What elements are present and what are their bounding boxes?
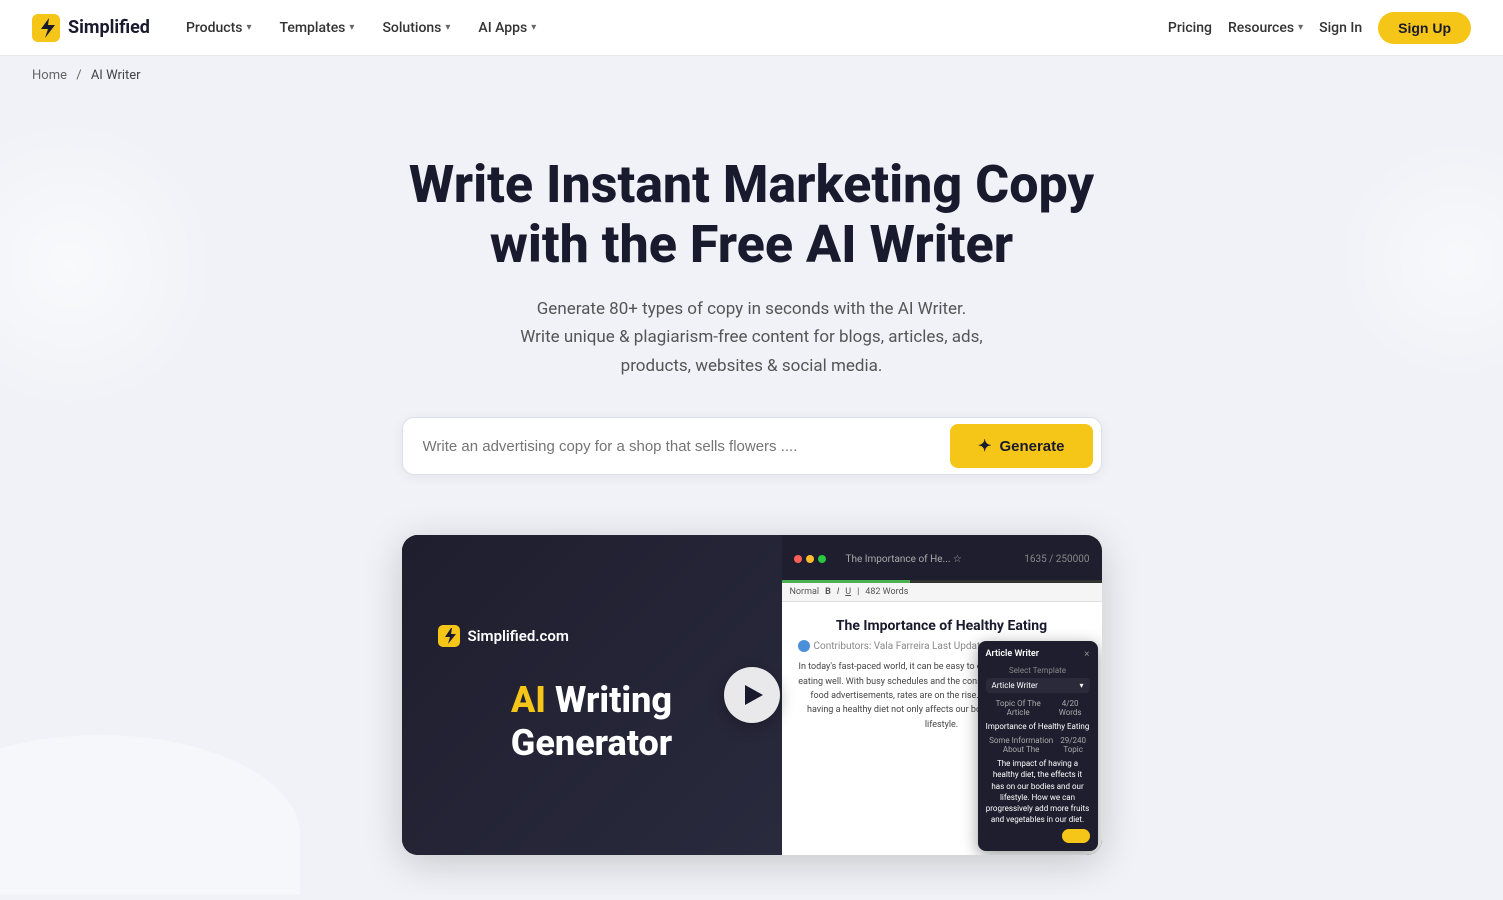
generate-button[interactable]: ✦ Generate	[950, 424, 1092, 468]
templates-chevron-icon: ▾	[349, 22, 354, 33]
hero-subtitle-line1: Generate 80+ types of copy in seconds wi…	[537, 299, 967, 319]
nav-templates[interactable]: Templates ▾	[267, 12, 366, 44]
logo-link[interactable]: Simplified	[32, 14, 150, 42]
article-writer-panel: Article Writer × Select Template Article…	[978, 641, 1098, 851]
breadcrumb-home[interactable]: Home	[32, 68, 67, 83]
brand-name: Simplified	[68, 17, 150, 38]
panel-topic-value: Importance of Healthy Eating	[986, 721, 1090, 732]
panel-info-value: The impact of having a healthy diet, the…	[986, 758, 1090, 825]
word-count: 1635 / 250000	[1024, 554, 1089, 565]
nav-links: Products ▾ Templates ▾ Solutions ▾ AI Ap…	[174, 12, 1168, 44]
panel-header: Article Writer ×	[986, 649, 1090, 660]
video-brand-text: Simplified.com	[468, 627, 569, 645]
panel-info-row: Some Information About The 29/240 Topic	[986, 736, 1090, 754]
video-container: Simplified.com AI WritingGenerator	[402, 535, 1102, 855]
toolbar-italic[interactable]: I	[837, 587, 839, 597]
play-triangle-icon	[745, 685, 763, 705]
solutions-chevron-icon: ▾	[445, 22, 450, 33]
hero-subtitle: Generate 80+ types of copy in seconds wi…	[472, 295, 1032, 382]
hero-title: Write Instant Marketing Copy with the Fr…	[382, 155, 1122, 275]
video-brand-icon	[438, 625, 460, 647]
nav-solutions[interactable]: Solutions ▾	[370, 12, 462, 44]
search-bar: ✦ Generate	[402, 417, 1102, 475]
select-chevron-icon: ▾	[1079, 681, 1083, 690]
nav-resources[interactable]: Resources ▾	[1228, 20, 1303, 36]
logo-icon	[32, 14, 60, 42]
window-controls	[794, 555, 826, 563]
hero-subtitle-line2: Write unique & plagiarism-free content f…	[520, 327, 982, 347]
panel-topic-row: Topic Of The Article 4/20 Words	[986, 699, 1090, 717]
nav-pricing[interactable]: Pricing	[1168, 20, 1212, 36]
toolbar-word-count: 482 Words	[865, 587, 908, 597]
author-avatar	[798, 640, 810, 652]
generate-icon: ✦	[978, 436, 991, 456]
sign-up-button[interactable]: Sign Up	[1378, 12, 1471, 44]
panel-close-icon[interactable]: ×	[1084, 649, 1089, 660]
video-doc-topbar: The Importance of He... ☆ 1635 / 250000	[782, 535, 1102, 583]
editor-title-bar: The Importance of He... ☆	[834, 550, 1017, 569]
hero-subtitle-line3: products, websites & social media.	[621, 356, 883, 376]
video-headline: AI WritingGenerator	[438, 679, 746, 765]
video-section: Simplified.com AI WritingGenerator	[402, 535, 1102, 855]
window-close-dot	[794, 555, 802, 563]
toolbar-underline[interactable]: U	[845, 587, 851, 597]
breadcrumb: Home / AI Writer	[0, 56, 1503, 95]
toolbar-separator: |	[857, 587, 859, 597]
nav-right: Pricing Resources ▾ Sign In Sign Up	[1168, 12, 1471, 44]
nav-ai-apps[interactable]: AI Apps ▾	[466, 12, 548, 44]
window-max-dot	[818, 555, 826, 563]
navbar: Simplified Products ▾ Templates ▾ Soluti…	[0, 0, 1503, 56]
progress-bar	[782, 580, 1102, 583]
advanced-toggle[interactable]	[1062, 829, 1090, 843]
sign-in-button[interactable]: Sign In	[1319, 20, 1362, 36]
toolbar-bold[interactable]: B	[825, 587, 831, 597]
video-brand: Simplified.com	[438, 625, 746, 647]
ai-apps-chevron-icon: ▾	[531, 22, 536, 33]
video-right-panel: The Importance of He... ☆ 1635 / 250000 …	[782, 535, 1102, 855]
window-min-dot	[806, 555, 814, 563]
toolbar-normal: Normal	[790, 587, 820, 597]
hero-section: Write Instant Marketing Copy with the Fr…	[0, 95, 1503, 895]
nav-products[interactable]: Products ▾	[174, 12, 264, 44]
resources-chevron-icon: ▾	[1298, 22, 1303, 33]
products-chevron-icon: ▾	[246, 22, 251, 33]
video-ai-text: AI	[511, 679, 546, 721]
generate-label: Generate	[999, 438, 1064, 455]
panel-select-label: Select Template	[986, 666, 1090, 675]
progress-bar-fill	[782, 580, 910, 583]
panel-template-select[interactable]: Article Writer ▾	[986, 678, 1090, 693]
editor-toolbar: Normal B I U | 482 Words	[782, 583, 1102, 602]
breadcrumb-current: AI Writer	[91, 68, 141, 83]
breadcrumb-separator: /	[76, 68, 81, 83]
search-input[interactable]	[403, 422, 943, 471]
panel-title: Article Writer	[986, 649, 1039, 659]
bg-decoration	[0, 735, 300, 895]
play-button[interactable]	[724, 667, 780, 723]
doc-title: The Importance of Healthy Eating	[798, 618, 1086, 634]
